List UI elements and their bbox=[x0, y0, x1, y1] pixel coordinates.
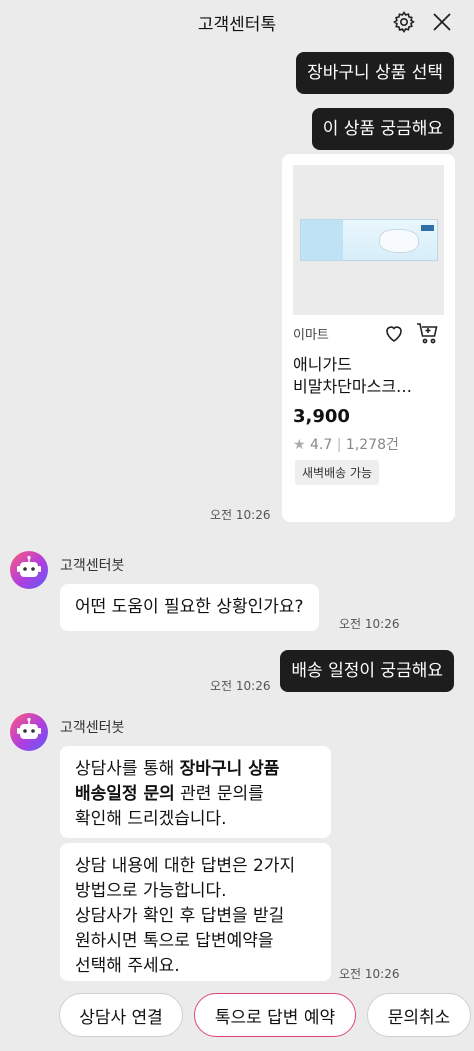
product-rating: ★ 4.7 | 1,278건 bbox=[293, 437, 399, 453]
heart-icon[interactable] bbox=[383, 322, 405, 344]
delivery-badge: 새벽배송 가능 bbox=[295, 460, 380, 485]
bot-avatar bbox=[10, 713, 48, 751]
star-icon: ★ bbox=[293, 437, 306, 453]
page-title: 고객센터톡 bbox=[197, 14, 277, 35]
cart-icon[interactable] bbox=[416, 322, 440, 344]
bot-name: 고객센터봇 bbox=[60, 558, 125, 574]
reserve-reply-button[interactable]: 톡으로 답변 예약 bbox=[194, 993, 356, 1037]
timestamp: 오전 10:26 bbox=[339, 967, 400, 981]
bot-name: 고객센터봇 bbox=[60, 720, 125, 736]
timestamp: 오전 10:26 bbox=[210, 508, 271, 522]
bot-message-confirm: 상담사를 통해 장바구니 상품 배송일정 문의 관련 문의를 확인해 드리겠습니… bbox=[60, 746, 331, 838]
connect-agent-button[interactable]: 상담사 연결 bbox=[59, 993, 183, 1037]
bot-avatar bbox=[10, 551, 48, 589]
user-message-delivery-question: 배송 일정이 궁금해요 bbox=[280, 650, 454, 692]
close-icon[interactable] bbox=[429, 9, 455, 35]
bot-message-options: 상담 내용에 대한 답변은 2가지 방법으로 가능합니다. 상담사가 확인 후 … bbox=[60, 843, 331, 981]
product-image bbox=[293, 165, 444, 315]
product-seller: 이마트 bbox=[293, 328, 329, 343]
timestamp: 오전 10:26 bbox=[339, 617, 400, 631]
bot-message-question: 어떤 도움이 필요한 상황인가요? bbox=[60, 584, 319, 631]
gear-icon[interactable] bbox=[391, 9, 417, 35]
product-card[interactable]: 이마트 애니가드 비말차단마스크… 3,900 ★ 4.7 | 1,278건 새… bbox=[282, 154, 455, 522]
cancel-inquiry-button[interactable]: 문의취소 bbox=[367, 993, 471, 1037]
timestamp: 오전 10:26 bbox=[210, 679, 271, 693]
user-message-product-question: 이 상품 궁금해요 bbox=[311, 108, 454, 150]
product-name: 애니가드 비말차단마스크… bbox=[293, 355, 413, 396]
user-message-cart-select: 장바구니 상품 선택 bbox=[296, 52, 454, 94]
product-price: 3,900 bbox=[293, 406, 350, 427]
